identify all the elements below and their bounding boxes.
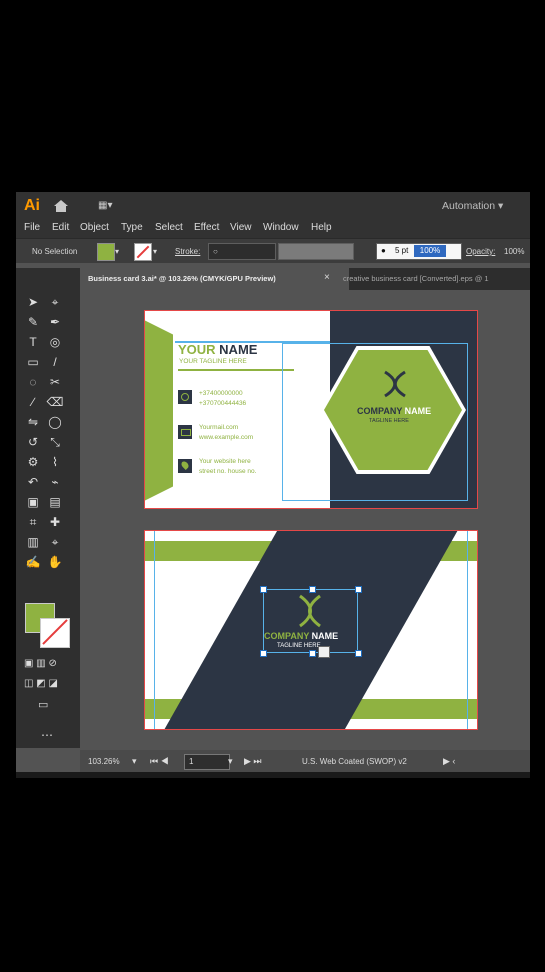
zoom-dropdown[interactable]: ▾: [132, 756, 137, 767]
artboard-next-icons[interactable]: ▶ ⏭: [244, 756, 262, 767]
perspective-grid-icon[interactable]: ▣: [24, 493, 42, 511]
brush-definition[interactable]: ● 5 pt 100%: [376, 243, 462, 260]
line-tool-icon[interactable]: /: [46, 353, 64, 371]
selection-status: No Selection: [32, 247, 78, 256]
close-icon[interactable]: ×: [324, 272, 330, 283]
tab-creative-business-card[interactable]: creative business card [Converted].eps @…: [343, 268, 530, 290]
color-profile: U.S. Web Coated (SWOP) v2: [302, 757, 407, 766]
menu-effect[interactable]: Effect: [194, 222, 219, 233]
workspace-icon[interactable]: ▦▾: [98, 200, 122, 212]
eraser-tool-icon[interactable]: ⌫: [46, 393, 64, 411]
direct-selection-icon[interactable]: ⌖: [46, 293, 64, 311]
menu-view[interactable]: View: [230, 222, 252, 233]
eyedropper-tool-icon[interactable]: ✚: [46, 513, 64, 531]
tools-panel: ➤ ⌖ ✎ ✒ T ◎ ▭ / ◌ ✂ ∕ ⌫ ⇋ ◯ ↺ ⤡ ⚙ ⌇ ↶ ⌁ …: [16, 268, 80, 748]
live-paint-icon[interactable]: ⌁: [46, 473, 64, 491]
home-icon[interactable]: [53, 199, 69, 213]
menu-edit[interactable]: Edit: [52, 222, 69, 233]
artboard-dropdown[interactable]: ▾: [228, 756, 233, 767]
app-logo: Ai: [24, 197, 40, 214]
stroke-swatch[interactable]: [134, 243, 152, 261]
tab-business-card-3[interactable]: Business card 3.ai* @ 103.26% (CMYK/GPU …: [80, 268, 349, 290]
gradient-tool-icon[interactable]: ▤: [46, 493, 64, 511]
rectangle-tool-icon[interactable]: ▭: [24, 353, 42, 371]
width-tool-icon[interactable]: ⌇: [46, 453, 64, 471]
magic-wand-icon[interactable]: ✎: [24, 313, 42, 331]
menu-object[interactable]: Object: [80, 222, 109, 233]
front-selection-box: [282, 343, 468, 501]
business-card-back[interactable]: COMPANY NAME TAGLINE HERE: [144, 530, 478, 730]
undo-tool-icon[interactable]: ↶: [24, 473, 42, 491]
fill-dropdown[interactable]: ▾: [115, 247, 119, 256]
menu-bar: File Edit Object Type Select Effect View…: [16, 220, 530, 238]
taskbar: [16, 772, 530, 778]
type-tool-icon[interactable]: T: [24, 333, 42, 351]
screen-mode-icon[interactable]: ▭: [38, 698, 48, 711]
stroke-weight[interactable]: ○: [208, 243, 276, 260]
color-mode-icons[interactable]: ▣ ▥ ⊘: [24, 658, 57, 669]
scale-tool-icon[interactable]: ⤡: [46, 433, 64, 451]
control-bar: No Selection ▾ ▾ Stroke: ○ ● 5 pt 100% O…: [16, 238, 530, 263]
menu-file[interactable]: File: [24, 222, 40, 233]
more-tools-icon[interactable]: ⋯: [41, 728, 53, 742]
shape-builder-icon[interactable]: ⚙: [24, 453, 42, 471]
menu-type[interactable]: Type: [121, 222, 143, 233]
fill-swatch[interactable]: [97, 243, 115, 261]
artboard-number[interactable]: 1: [184, 754, 230, 770]
menu-help[interactable]: Help: [311, 222, 332, 233]
zoom-level[interactable]: 103.26%: [88, 757, 120, 766]
reflect-tool-icon[interactable]: ⇋: [24, 413, 42, 431]
shaper-tool-icon[interactable]: ◌: [24, 373, 42, 391]
stroke-color-swatch[interactable]: [40, 618, 70, 648]
pen-tool-icon[interactable]: ✒: [46, 313, 64, 331]
menu-window[interactable]: Window: [263, 222, 299, 233]
hand-tool-icon[interactable]: ✋: [46, 553, 64, 571]
selection-tool-icon[interactable]: ➤: [24, 293, 42, 311]
rotate-tool-icon[interactable]: ↺: [24, 433, 42, 451]
scissors-tool-icon[interactable]: ✂: [46, 373, 64, 391]
stroke-label: Stroke:: [175, 247, 201, 256]
mesh-tool-icon[interactable]: ⌗: [24, 513, 42, 531]
stroke-dropdown[interactable]: ▾: [153, 247, 157, 256]
opacity-value[interactable]: 100%: [504, 247, 524, 256]
app-topbar: Ai ▦▾ Automation ▾: [16, 192, 530, 220]
canvas-area: YOUR NAME YOUR TAGLINE HERE +37400000000…: [80, 290, 530, 748]
status-arrows[interactable]: ▶ ‹: [443, 756, 455, 767]
illustrator-window: Ai ▦▾ Automation ▾ File Edit Object Type…: [16, 192, 530, 778]
curvature-tool-icon[interactable]: ◎: [46, 333, 64, 351]
slice-tool-icon[interactable]: ✍: [24, 553, 42, 571]
graph-tool-icon[interactable]: ▥: [24, 533, 42, 551]
ellipse-tool-icon[interactable]: ◯: [46, 413, 64, 431]
variable-width-profile[interactable]: [278, 243, 354, 260]
draw-mode-icons[interactable]: ◫ ◩ ◪: [24, 678, 58, 689]
workspace-switcher[interactable]: Automation ▾: [442, 200, 503, 212]
document-tabs: Business card 3.ai* @ 103.26% (CMYK/GPU …: [16, 268, 530, 290]
status-bar: 103.26% ▾ ⏮ ◀ 1 ▾ ▶ ⏭ U.S. Web Coated (S…: [80, 750, 530, 773]
artboard-tool-icon[interactable]: ⌖: [46, 533, 64, 551]
opacity-label: Opacity:: [466, 247, 496, 256]
business-card-front[interactable]: YOUR NAME YOUR TAGLINE HERE +37400000000…: [144, 310, 478, 509]
menu-select[interactable]: Select: [155, 222, 183, 233]
pencil-tool-icon[interactable]: ∕: [24, 393, 42, 411]
back-artboard-outline: [144, 530, 478, 730]
artboard-prev-icons[interactable]: ⏮ ◀: [150, 756, 169, 767]
